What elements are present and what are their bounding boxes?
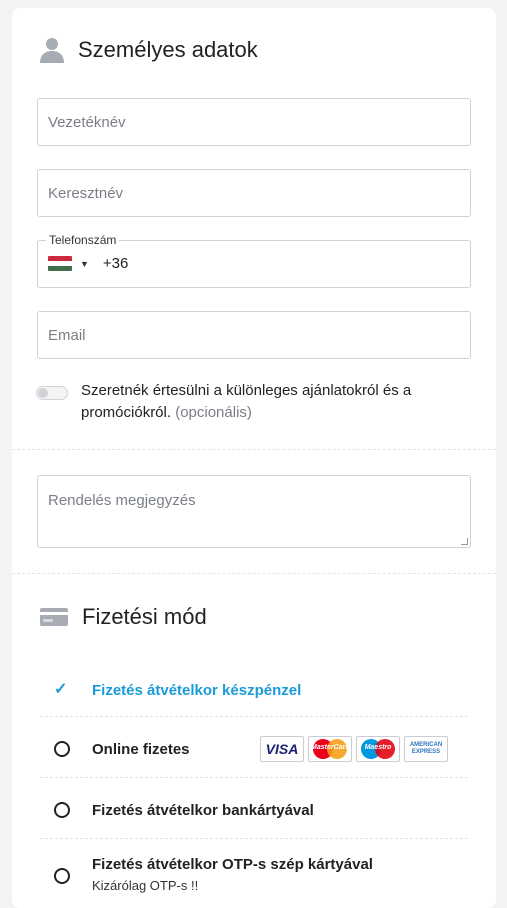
first-name-placeholder: Keresztnév [48,185,124,202]
maestro-text: Maestro [364,744,392,751]
phone-label: Telefonszám [46,233,120,247]
toggle-knob [38,388,48,398]
amex-text: AMERICAN EXPRESS [409,742,443,755]
payment-option-label: Fizetés átvételkor készpénzel [92,682,302,699]
payment-section-title: Fizetési mód [82,604,207,629]
payment-option-label: Fizetés átvételkor OTP-s szép kártyával [92,856,373,873]
radio-button[interactable] [54,741,70,757]
resize-handle[interactable] [461,538,468,545]
payment-option-szep-card[interactable]: Fizetés átvételkor OTP-s szép kártyával … [40,839,468,908]
payment-option-online[interactable]: Online fizetes VISA MasterCard Maestro A… [40,717,468,778]
credit-card-icon [40,608,68,626]
hungary-flag-icon[interactable] [48,256,72,271]
radio-button[interactable] [54,802,70,818]
phone-prefix: +36 [102,255,129,272]
mastercard-text: MasterCard [311,744,350,751]
consent-optional: (opcionális) [175,404,252,421]
email-field[interactable]: Email [37,311,471,359]
consent-text: Szeretnék értesülni a különleges ajánlat… [81,380,451,424]
last-name-field[interactable]: Vezetéknév [37,98,471,146]
radio-button[interactable] [54,868,70,884]
checkout-card: Személyes adatok Vezetéknév Keresztnév T… [12,8,496,908]
visa-logo: VISA [260,736,304,762]
last-name-placeholder: Vezetéknév [48,114,126,131]
first-name-field[interactable]: Keresztnév [37,169,471,217]
visa-text: VISA [265,741,299,757]
phone-field[interactable]: Telefonszám ▼ +36 [37,233,471,288]
section-divider [12,449,496,450]
payment-option-label: Fizetés átvételkor bankártyával [92,802,314,819]
payment-option-card[interactable]: Fizetés átvételkor bankártyával [40,778,468,839]
card-logos: VISA MasterCard Maestro AMERICAN EXPRESS [260,736,448,762]
chevron-down-icon[interactable]: ▼ [80,259,89,269]
check-icon: ✓ [54,681,68,698]
user-icon [40,38,64,63]
amex-logo: AMERICAN EXPRESS [404,736,448,762]
email-placeholder: Email [48,327,86,344]
payment-option-label: Online fizetes [92,741,190,758]
order-note-textarea[interactable]: Rendelés megjegyzés [37,475,471,548]
payment-option-cash[interactable]: ✓ Fizetés átvételkor készpénzel [40,668,468,717]
maestro-logo: Maestro [356,736,400,762]
personal-section-title: Személyes adatok [78,37,258,62]
consent-toggle[interactable] [36,386,68,400]
payment-section-header: Fizetési mód [40,604,207,630]
section-divider [12,573,496,574]
personal-section-header: Személyes adatok [40,36,258,64]
payment-option-sublabel: Kizárólag OTP-s !! [92,878,199,893]
order-note-placeholder: Rendelés megjegyzés [48,492,196,509]
mastercard-logo: MasterCard [308,736,352,762]
